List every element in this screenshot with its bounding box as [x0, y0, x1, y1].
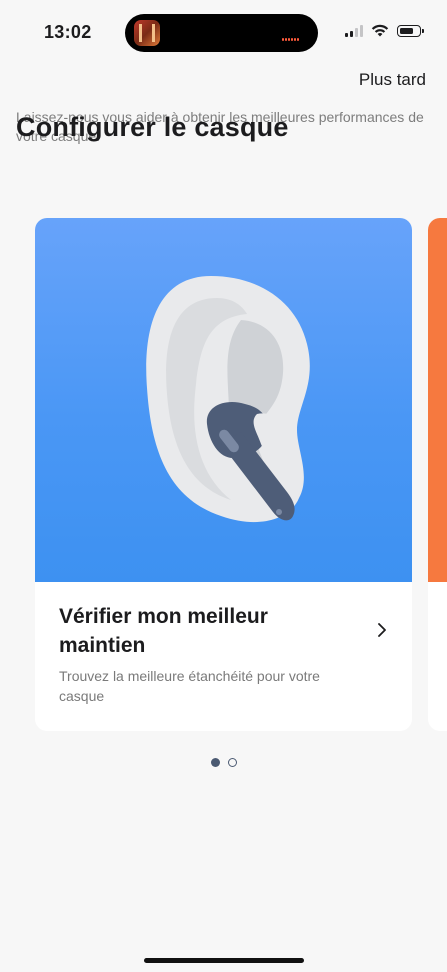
status-time: 13:02	[44, 22, 92, 42]
setup-card-fit-check[interactable]: Vérifier mon meilleur maintien Trouvez l…	[35, 218, 412, 731]
page-dot-2[interactable]	[228, 758, 237, 767]
card-title: Vérifier mon meilleur maintien	[59, 605, 268, 657]
card-image	[35, 218, 412, 582]
page-title: Configurer le casque	[16, 112, 289, 142]
status-bar: 13:02	[0, 0, 447, 64]
card-description: Trouvez la meilleure étanchéité pour vot…	[59, 668, 320, 704]
status-icons	[345, 24, 424, 37]
cellular-signal-icon	[345, 24, 363, 37]
chevron-right-icon[interactable]	[376, 621, 388, 639]
wifi-icon	[371, 24, 389, 37]
audio-waveform-icon	[282, 31, 306, 42]
page-dot-1[interactable]	[211, 758, 220, 767]
later-button[interactable]: Plus tard	[359, 70, 426, 90]
page-indicator	[211, 758, 237, 767]
next-card-image	[428, 218, 447, 582]
ear-earbud-illustration	[146, 276, 310, 523]
home-indicator[interactable]	[144, 958, 304, 963]
setup-card-next[interactable]	[428, 218, 447, 731]
dynamic-island[interactable]	[125, 14, 318, 52]
battery-icon	[397, 24, 424, 37]
now-playing-artwork-icon	[134, 20, 160, 46]
